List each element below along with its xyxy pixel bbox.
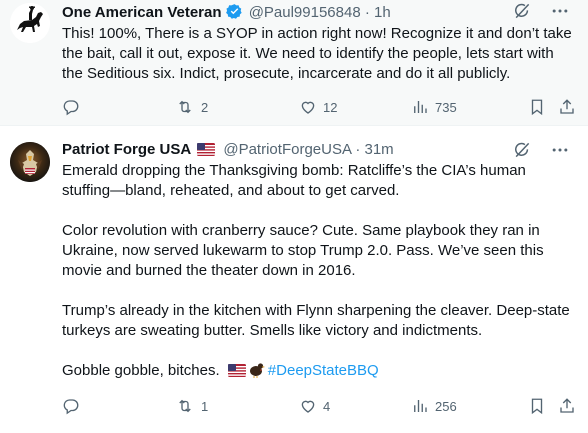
grok-icon[interactable] bbox=[512, 140, 532, 160]
horse-rider-silhouette-icon bbox=[10, 3, 50, 43]
reply-button[interactable] bbox=[62, 397, 86, 415]
tweet-actions: 1 4 256 bbox=[62, 396, 574, 416]
avatar[interactable] bbox=[10, 3, 50, 43]
us-flag-icon bbox=[227, 363, 246, 383]
user-handle[interactable]: @Paul99156848 bbox=[249, 4, 361, 21]
repost-button[interactable]: 1 bbox=[175, 397, 208, 415]
reply-button[interactable] bbox=[62, 98, 86, 116]
separator: · bbox=[364, 4, 370, 21]
views-count: 256 bbox=[435, 398, 457, 414]
bookmark-icon bbox=[531, 398, 543, 415]
separator: · bbox=[355, 141, 361, 158]
like-button[interactable]: 4 bbox=[299, 397, 330, 415]
share-button[interactable] bbox=[558, 397, 576, 415]
tweet-paragraph: Trump’s already in the kitchen with Flyn… bbox=[62, 302, 570, 339]
share-icon bbox=[560, 398, 574, 413]
like-button[interactable]: 12 bbox=[299, 98, 337, 116]
like-icon bbox=[301, 400, 315, 413]
views-icon bbox=[414, 400, 427, 412]
timestamp[interactable]: 1h bbox=[374, 4, 391, 21]
tweet-text: Emerald dropping the Thanksgiving bomb: … bbox=[62, 161, 574, 384]
tweet[interactable]: One American Veteran @Paul99156848 · 1h … bbox=[0, 0, 588, 126]
more-icon[interactable] bbox=[550, 1, 570, 21]
bookmark-icon bbox=[531, 99, 543, 116]
share-icon bbox=[560, 99, 574, 114]
repost-icon bbox=[179, 399, 191, 413]
display-name[interactable]: One American Veteran bbox=[62, 4, 222, 21]
tweet-header: Patriot Forge USA @PatriotForgeUSA · 31m bbox=[62, 126, 574, 161]
hashtag-link[interactable]: #DeepStateBBQ bbox=[268, 362, 379, 379]
tweet-paragraph: This! 100%, There is a SYOP in action ri… bbox=[62, 25, 572, 82]
tweet[interactable]: Patriot Forge USA @PatriotForgeUSA · 31m… bbox=[0, 126, 588, 433]
views-button[interactable]: 256 bbox=[411, 397, 457, 415]
tweet-paragraph: Gobble gobble, bitches. #DeepStateBBQ bbox=[62, 361, 574, 384]
like-icon bbox=[301, 101, 315, 114]
like-count: 4 bbox=[323, 398, 331, 414]
bookmark-button[interactable] bbox=[528, 98, 546, 116]
views-button[interactable]: 735 bbox=[411, 98, 457, 116]
us-flag-icon bbox=[197, 141, 216, 163]
verified-badge-icon bbox=[225, 3, 243, 27]
tweet-paragraph: Emerald dropping the Thanksgiving bomb: … bbox=[62, 162, 526, 199]
tweet-text: This! 100%, There is a SYOP in action ri… bbox=[62, 24, 574, 84]
share-button[interactable] bbox=[558, 98, 576, 116]
tweet-last-line: Gobble gobble, bitches. bbox=[62, 362, 220, 379]
like-count: 12 bbox=[323, 99, 338, 115]
repost-icon bbox=[179, 100, 191, 114]
tweet-header: One American Veteran @Paul99156848 · 1h bbox=[62, 0, 574, 24]
bookmark-button[interactable] bbox=[528, 397, 546, 415]
timestamp[interactable]: 31m bbox=[364, 141, 393, 158]
eagle-avatar-icon bbox=[10, 142, 50, 182]
turkey-icon bbox=[247, 361, 265, 384]
repost-count: 1 bbox=[201, 398, 209, 414]
user-handle[interactable]: @PatriotForgeUSA bbox=[223, 141, 351, 158]
grok-icon[interactable] bbox=[512, 1, 532, 21]
views-count: 735 bbox=[435, 99, 457, 115]
tweet-paragraph: Color revolution with cranberry sauce? C… bbox=[62, 222, 544, 279]
display-name[interactable]: Patriot Forge USA bbox=[62, 141, 191, 158]
repost-count: 2 bbox=[201, 99, 209, 115]
tweet-actions: 2 12 735 bbox=[62, 97, 574, 117]
views-icon bbox=[414, 101, 427, 113]
avatar[interactable] bbox=[10, 142, 50, 182]
reply-icon bbox=[63, 399, 79, 415]
more-icon[interactable] bbox=[550, 140, 570, 160]
reply-icon bbox=[63, 100, 79, 116]
repost-button[interactable]: 2 bbox=[175, 98, 208, 116]
